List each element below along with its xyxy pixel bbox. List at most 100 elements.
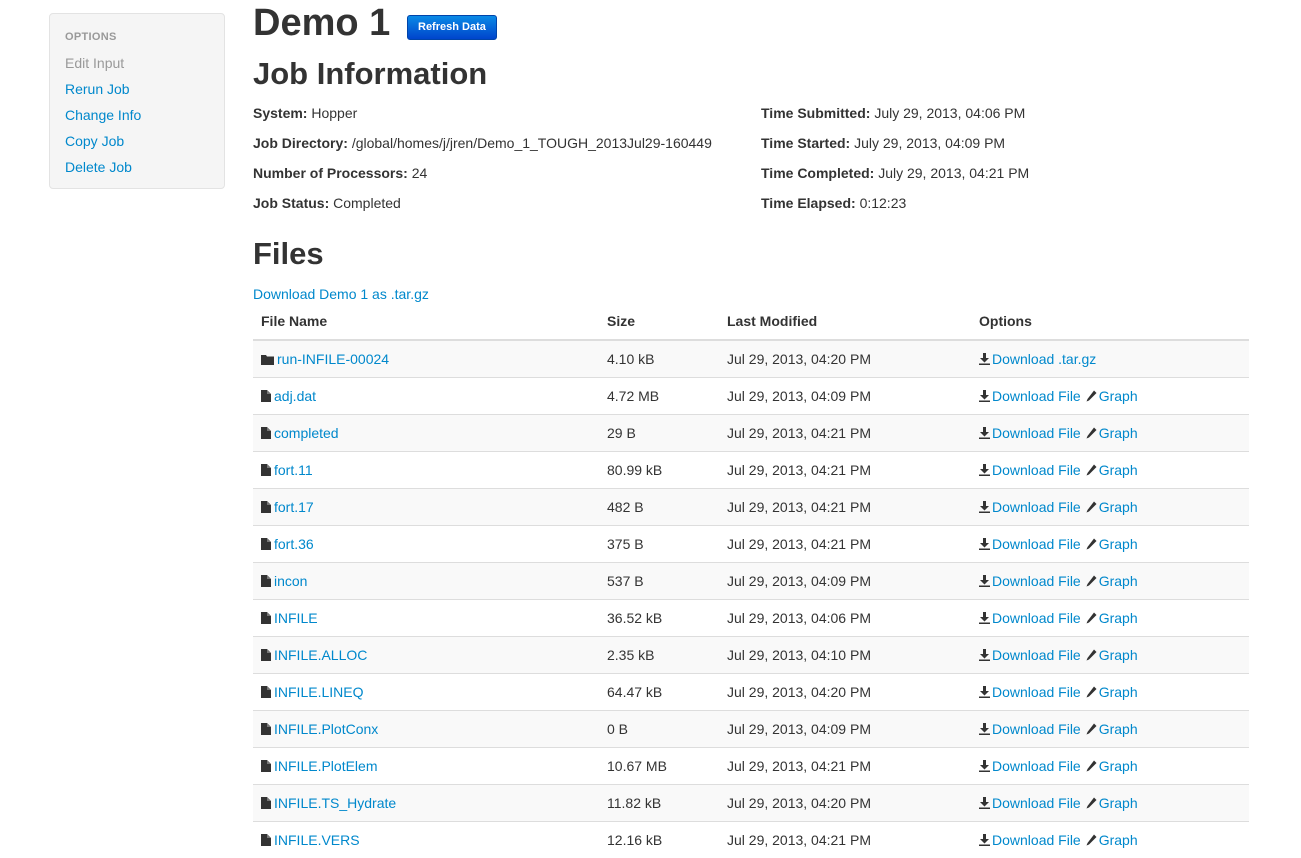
file-name-link[interactable]: fort.17	[274, 499, 314, 515]
graph-link[interactable]: Graph	[1099, 573, 1138, 589]
download-icon	[979, 833, 990, 849]
download-file-link[interactable]: Download File	[992, 758, 1081, 774]
file-name-cell: completed	[253, 415, 599, 452]
sidebar-item-edit-input: Edit Input	[65, 53, 124, 73]
table-row: INFILE36.52 kBJul 29, 2013, 04:06 PMDown…	[253, 600, 1249, 637]
table-row: INFILE.VERS12.16 kBJul 29, 2013, 04:21 P…	[253, 822, 1249, 858]
file-name-link[interactable]: INFILE.VERS	[274, 832, 360, 848]
graph-link[interactable]: Graph	[1099, 795, 1138, 811]
file-name-link[interactable]: INFILE.PlotElem	[274, 758, 377, 774]
sidebar-header: OPTIONS	[65, 31, 117, 43]
page-title: Demo 1	[253, 0, 390, 46]
file-modified-cell: Jul 29, 2013, 04:20 PM	[719, 674, 971, 711]
info-time-elapsed: Time Elapsed: 0:12:23	[761, 193, 906, 213]
sidebar-item-delete-job[interactable]: Delete Job	[65, 157, 132, 177]
pencil-icon	[1086, 722, 1097, 738]
file-name-link[interactable]: INFILE.LINEQ	[274, 684, 363, 700]
graph-link[interactable]: Graph	[1099, 684, 1138, 700]
download-file-link[interactable]: Download File	[992, 573, 1081, 589]
download-file-link[interactable]: Download File	[992, 499, 1081, 515]
info-label: System:	[253, 105, 307, 121]
table-row: incon537 BJul 29, 2013, 04:09 PMDownload…	[253, 563, 1249, 600]
sidebar-item-copy-job[interactable]: Copy Job	[65, 131, 124, 151]
file-name-link[interactable]: INFILE.ALLOC	[274, 647, 367, 663]
download-file-link[interactable]: Download File	[992, 795, 1081, 811]
file-options-cell: Download File Graph	[971, 452, 1249, 489]
download-all-link[interactable]: Download Demo 1 as .tar.gz	[253, 284, 429, 304]
file-size-cell: 2.35 kB	[599, 637, 719, 674]
column-header-file-name: File Name	[253, 302, 599, 340]
sidebar-item-rerun-job[interactable]: Rerun Job	[65, 79, 130, 99]
download-file-link[interactable]: Download File	[992, 832, 1081, 848]
file-size-cell: 0 B	[599, 711, 719, 748]
graph-link[interactable]: Graph	[1099, 832, 1138, 848]
pencil-icon	[1086, 833, 1097, 849]
file-name-link[interactable]: INFILE.TS_Hydrate	[274, 795, 396, 811]
file-options-cell: Download File Graph	[971, 415, 1249, 452]
table-row: INFILE.PlotElem10.67 MBJul 29, 2013, 04:…	[253, 748, 1249, 785]
info-value: 24	[412, 165, 428, 181]
file-icon	[261, 389, 271, 405]
file-name-link[interactable]: adj.dat	[274, 388, 316, 404]
download-icon	[979, 463, 990, 479]
file-icon	[261, 611, 271, 627]
file-options-cell: Download File Graph	[971, 378, 1249, 415]
graph-link[interactable]: Graph	[1099, 647, 1138, 663]
file-size-cell: 29 B	[599, 415, 719, 452]
file-size-cell: 12.16 kB	[599, 822, 719, 858]
file-name-link[interactable]: completed	[274, 425, 339, 441]
refresh-data-button[interactable]: Refresh Data	[407, 15, 497, 40]
graph-link[interactable]: Graph	[1099, 425, 1138, 441]
file-icon	[261, 648, 271, 664]
file-name-link[interactable]: INFILE	[274, 610, 318, 626]
file-options-cell: Download File Graph	[971, 674, 1249, 711]
graph-link[interactable]: Graph	[1099, 536, 1138, 552]
download-file-link[interactable]: Download File	[992, 425, 1081, 441]
file-name-link[interactable]: run-INFILE-00024	[277, 351, 389, 367]
download-file-link[interactable]: Download File	[992, 684, 1081, 700]
file-modified-cell: Jul 29, 2013, 04:21 PM	[719, 415, 971, 452]
table-row: completed29 BJul 29, 2013, 04:21 PMDownl…	[253, 415, 1249, 452]
file-size-cell: 80.99 kB	[599, 452, 719, 489]
info-label: Number of Processors:	[253, 165, 408, 181]
file-options-cell: Download File Graph	[971, 748, 1249, 785]
download-file-link[interactable]: Download File	[992, 462, 1081, 478]
file-name-link[interactable]: fort.36	[274, 536, 314, 552]
file-modified-cell: Jul 29, 2013, 04:06 PM	[719, 600, 971, 637]
pencil-icon	[1086, 426, 1097, 442]
info-time-started: Time Started: July 29, 2013, 04:09 PM	[761, 133, 1005, 153]
sidebar-item-change-info[interactable]: Change Info	[65, 105, 141, 125]
graph-link[interactable]: Graph	[1099, 758, 1138, 774]
file-icon	[261, 463, 271, 479]
graph-link[interactable]: Graph	[1099, 610, 1138, 626]
file-options-cell: Download File Graph	[971, 711, 1249, 748]
file-name-link[interactable]: fort.11	[274, 462, 313, 478]
download-file-link[interactable]: Download File	[992, 610, 1081, 626]
info-label: Time Submitted:	[761, 105, 870, 121]
download-targz-link[interactable]: Download .tar.gz	[992, 351, 1096, 367]
file-modified-cell: Jul 29, 2013, 04:21 PM	[719, 489, 971, 526]
table-row: adj.dat4.72 MBJul 29, 2013, 04:09 PMDown…	[253, 378, 1249, 415]
graph-link[interactable]: Graph	[1099, 388, 1138, 404]
file-options-cell: Download File Graph	[971, 526, 1249, 563]
graph-link[interactable]: Graph	[1099, 499, 1138, 515]
sidebar-options: OPTIONS Edit Input Rerun Job Change Info…	[49, 13, 225, 189]
column-header-options: Options	[971, 302, 1249, 340]
graph-link[interactable]: Graph	[1099, 462, 1138, 478]
file-name-link[interactable]: incon	[274, 573, 307, 589]
info-value: Hopper	[311, 105, 357, 121]
file-modified-cell: Jul 29, 2013, 04:21 PM	[719, 452, 971, 489]
file-icon	[261, 574, 271, 590]
info-value: July 29, 2013, 04:09 PM	[854, 135, 1005, 151]
download-icon	[979, 500, 990, 516]
download-icon	[979, 759, 990, 775]
download-file-link[interactable]: Download File	[992, 388, 1081, 404]
file-name-link[interactable]: INFILE.PlotConx	[274, 721, 378, 737]
graph-link[interactable]: Graph	[1099, 721, 1138, 737]
pencil-icon	[1086, 463, 1097, 479]
download-icon	[979, 722, 990, 738]
download-file-link[interactable]: Download File	[992, 536, 1081, 552]
file-size-cell: 10.67 MB	[599, 748, 719, 785]
download-file-link[interactable]: Download File	[992, 721, 1081, 737]
download-file-link[interactable]: Download File	[992, 647, 1081, 663]
